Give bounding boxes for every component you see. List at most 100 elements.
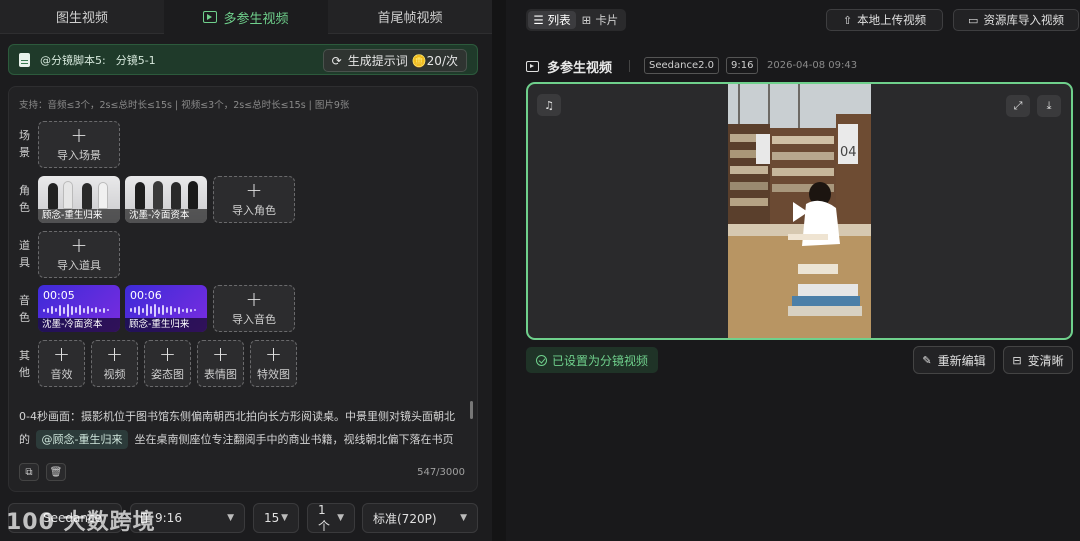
hd-icon: ⊟ (1012, 353, 1022, 367)
import-library-video-button[interactable]: ▭ 资源库导入视频 (953, 9, 1079, 31)
import-voice-button[interactable]: + 导入音色 (213, 285, 295, 332)
grid-icon: ⊞ (581, 13, 592, 27)
char-count: 547/3000 (417, 467, 465, 478)
script-name: @分镜脚本5: (40, 53, 106, 67)
character-mention[interactable]: @顾念-重生归来 (35, 430, 129, 449)
count-select[interactable]: 1个 ▼ (307, 503, 355, 533)
generate-cost: 20/次 (426, 54, 458, 68)
item-label: 特效图 (257, 368, 290, 381)
delete-button[interactable]: 🗑 (46, 463, 66, 481)
download-icon[interactable]: ⤓ (1037, 95, 1061, 117)
import-voice-label: 导入音色 (232, 313, 276, 326)
view-list-button[interactable]: ☰ 列表 (528, 11, 576, 29)
figure (171, 182, 181, 209)
music-icon[interactable]: ♫ (537, 94, 561, 116)
shot-name: 分镜5-1 (115, 53, 156, 67)
add-expression-image-button[interactable]: + 表情图 (197, 340, 244, 387)
plus-icon: + (159, 342, 176, 366)
tab-first-last-frame[interactable]: 首尾帧视频 (328, 0, 492, 34)
figure (188, 181, 198, 209)
refresh-icon: ⟳ (331, 53, 342, 68)
prompt-scrollbar[interactable] (470, 401, 473, 419)
play-icon[interactable] (791, 201, 809, 223)
add-video-button[interactable]: + 视频 (91, 340, 138, 387)
add-sound-effect-button[interactable]: + 音效 (38, 340, 85, 387)
row-label-character: 角色 (19, 184, 30, 214)
plus-icon: + (245, 178, 263, 202)
quality-value: 标准(720P) (373, 511, 437, 526)
left-panel: 图生视频 多参生视频 首尾帧视频 @分镜脚本5: 分镜5-1 ⟳ 生成提示词 🪙… (0, 0, 492, 541)
prompt-line: 的 @顾念-重生归来 坐在桌南侧座位专注翻阅手中的商业书籍，视线朝北偏下落在书页 (19, 428, 467, 451)
upload-label: 本地上传视频 (857, 13, 927, 27)
waveform-icon (43, 303, 115, 317)
voice-duration: 00:06 (130, 289, 162, 302)
figure (48, 183, 58, 209)
import-label: 资源库导入视频 (983, 13, 1064, 27)
right-panel: ☰ 列表 ⊞ 卡片 ⇧ 本地上传视频 ▭ 资源库导入视频 多参生视频 Seedance2… (506, 0, 1080, 541)
shelf-number: 04 (840, 145, 857, 160)
fullscreen-icon[interactable]: ⤢ (1006, 95, 1030, 117)
prompt-line: 0-4秒画面：摄影机位于图书馆东侧偏南朝西北拍向长方形阅读桌。中景里侧对镜头面朝… (19, 410, 455, 423)
upload-icon: ⇧ (842, 13, 853, 27)
script-bar: @分镜脚本5: 分镜5-1 ⟳ 生成提示词 🪙 20/次 (8, 44, 478, 75)
figure (82, 183, 92, 209)
generate-prompt-button[interactable]: ⟳ 生成提示词 🪙 20/次 (322, 49, 467, 72)
view-card-label: 卡片 (595, 13, 619, 27)
duration-value: 15 (264, 511, 280, 525)
voice-chip-label: 沈墨-冷面资本 (38, 318, 120, 332)
prompt-text: 坐在桌南侧座位专注翻阅手中的商业书籍，视线朝北偏下落在书页 (134, 433, 454, 446)
folder-icon: ▭ (968, 13, 979, 27)
trash-icon: 🗑 (49, 466, 63, 478)
import-prop-button[interactable]: + 导入道具 (38, 231, 120, 278)
prompt-textarea[interactable]: 0-4秒画面：摄影机位于图书馆东侧偏南朝西北拍向长方形阅读桌。中景里侧对镜头面朝… (19, 405, 467, 451)
count-value: 1个 (318, 502, 331, 533)
chevron-down-icon: ▼ (460, 513, 467, 523)
voice-chip[interactable]: 00:05 沈墨-冷面资本 (38, 285, 120, 332)
item-label: 音效 (50, 368, 73, 381)
add-effect-image-button[interactable]: + 特效图 (250, 340, 297, 387)
character-chip-label: 沈墨-冷面资本 (125, 209, 207, 223)
figure (135, 182, 145, 209)
waveform-icon (130, 303, 202, 317)
tab-image-to-video[interactable]: 图生视频 (0, 0, 164, 34)
set-as-shot-badge: 已设置为分镜视频 (526, 347, 659, 373)
app-window: 图生视频 多参生视频 首尾帧视频 @分镜脚本5: 分镜5-1 ⟳ 生成提示词 🪙… (0, 0, 1080, 541)
import-scene-button[interactable]: + 导入场景 (38, 121, 120, 168)
plus-icon: + (245, 287, 263, 311)
plus-icon: + (212, 342, 229, 366)
chevron-down-icon: ▼ (281, 513, 288, 523)
view-toggle: ☰ 列表 ⊞ 卡片 (526, 9, 626, 31)
reedit-button[interactable]: ✎ 重新编辑 (913, 346, 995, 374)
plus-icon: + (106, 342, 123, 366)
enhance-button[interactable]: ⊟ 变清晰 (1003, 346, 1073, 374)
voice-chip[interactable]: 00:06 顾念-重生归来 (125, 285, 207, 332)
video-preview[interactable]: ♫ ⤢ ⤓ 04 (526, 82, 1073, 340)
timestamp: 2026-04-08 09:43 (767, 60, 858, 71)
generate-label: 生成提示词 (347, 54, 408, 68)
view-card-button[interactable]: ⊞ 卡片 (576, 11, 624, 29)
chevron-down-icon: ▼ (337, 513, 344, 523)
add-pose-image-button[interactable]: + 姿态图 (144, 340, 191, 387)
item-label: 姿态图 (151, 368, 184, 381)
character-chip[interactable]: 顾念-重生归来 (38, 176, 120, 223)
coin-icon: 🪙 (411, 53, 427, 68)
plus-icon: + (265, 342, 282, 366)
figure (153, 181, 163, 209)
copy-button[interactable]: ⧉ (19, 463, 39, 481)
watermark: 100 大数跨境 (6, 510, 156, 535)
character-chip[interactable]: 沈墨-冷面资本 (125, 176, 207, 223)
video-title-text: 多参生视频 (547, 61, 613, 76)
tab-label: 多参生视频 (223, 11, 289, 27)
support-text: 支持：音频≤3个，2s≤总时长≤15s | 视频≤3个，2s≤总时长≤15s |… (19, 100, 350, 111)
tab-multi-ref-video[interactable]: 多参生视频 (164, 0, 328, 34)
quality-select[interactable]: 标准(720P) ▼ (362, 503, 478, 533)
separator (629, 60, 630, 72)
upload-local-video-button[interactable]: ⇧ 本地上传视频 (826, 9, 943, 31)
reedit-label: 重新编辑 (937, 353, 986, 368)
duration-select[interactable]: 15 ▼ (253, 503, 299, 533)
import-character-button[interactable]: + 导入角色 (213, 176, 295, 223)
import-character-label: 导入角色 (232, 204, 276, 217)
panel-divider[interactable] (492, 0, 506, 541)
tab-label: 首尾帧视频 (377, 11, 443, 26)
import-prop-label: 导入道具 (57, 259, 101, 272)
